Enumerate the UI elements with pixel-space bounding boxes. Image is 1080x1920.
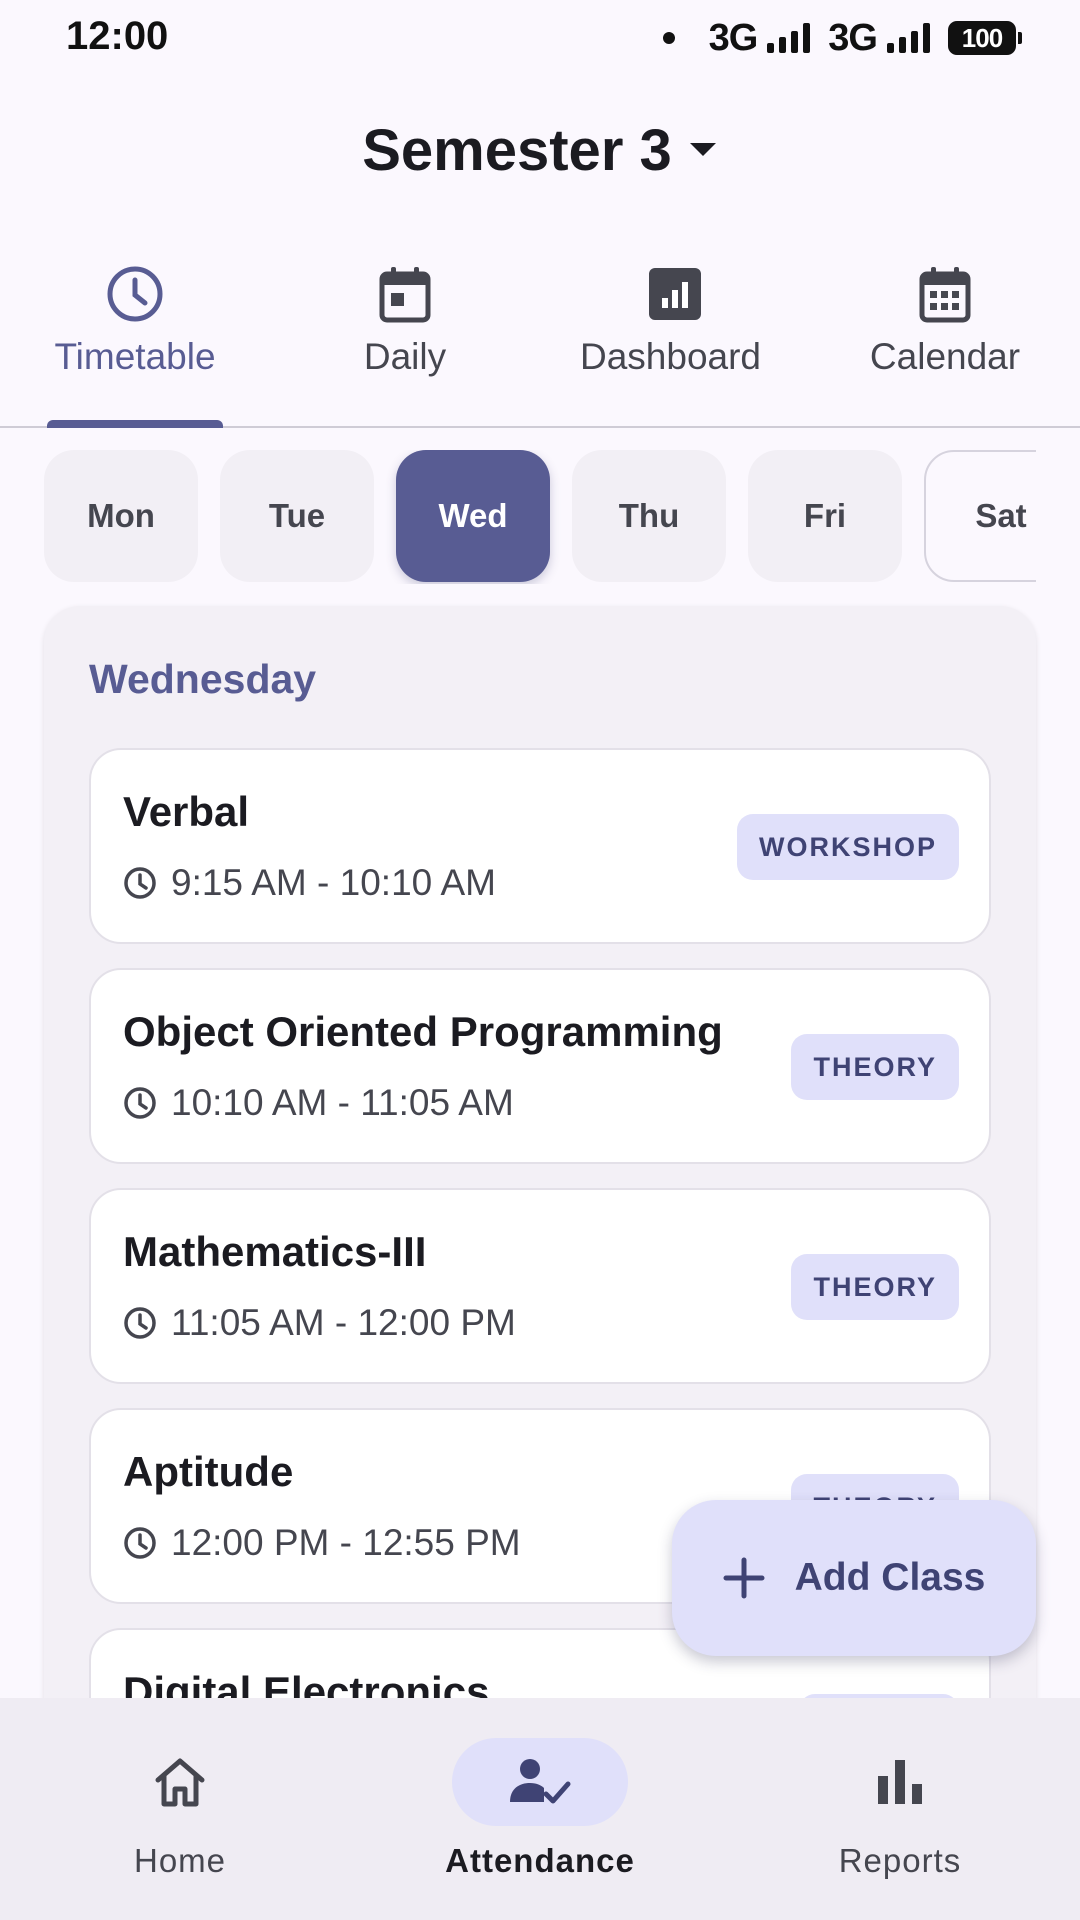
page-title: Semester 3 <box>362 117 672 183</box>
semester-dropdown[interactable]: Semester 3 <box>362 117 718 184</box>
status-time: 12:00 <box>66 14 169 58</box>
battery-level: 100 <box>961 22 1003 53</box>
tab-label: Dashboard <box>580 336 762 377</box>
day-chip-sat[interactable]: Sat <box>924 450 1036 582</box>
tab-daily[interactable]: Daily <box>270 250 540 426</box>
nav-label: Home <box>133 1842 227 1879</box>
day-selector: Mon Tue Wed Thu Fri Sat <box>44 450 1036 584</box>
signal-icon <box>767 23 811 53</box>
class-name: Mathematics-III <box>123 1228 427 1275</box>
class-time: 9:15 AM - 10:10 AM <box>171 862 496 903</box>
dropdown-arrow-icon <box>689 143 716 156</box>
tab-label: Calendar <box>869 336 1021 377</box>
tab-label: Timetable <box>54 336 216 377</box>
nav-item-reports[interactable]: Reports <box>720 1738 1080 1898</box>
calendar-month-icon <box>919 267 971 323</box>
class-name: Aptitude <box>123 1448 294 1495</box>
class-type-badge: WORKSHOP <box>737 814 959 880</box>
clock-icon <box>124 1527 156 1559</box>
class-time-row: 11:05 AM - 12:00 PM <box>123 1302 516 1344</box>
nav-label: Attendance <box>445 1842 635 1879</box>
class-time: 10:10 AM - 11:05 AM <box>171 1082 514 1123</box>
bottom-navigation: Home Attendance Reports <box>0 1698 1080 1920</box>
screen: 12:00 3G 3G 100 Semester 3 Timetable Dai… <box>0 0 1080 1920</box>
class-time: 11:05 AM - 12:00 PM <box>171 1302 516 1343</box>
class-type-badge: THEORY <box>791 1254 959 1320</box>
tab-calendar[interactable]: Calendar <box>810 250 1080 426</box>
calendar-day-icon <box>379 267 431 323</box>
class-card[interactable]: Verbal 9:15 AM - 10:10 AM WORKSHOP <box>89 748 991 944</box>
clock-icon <box>124 867 156 899</box>
day-chip-mon[interactable]: Mon <box>44 450 198 582</box>
tab-timetable[interactable]: Timetable <box>0 250 270 428</box>
class-time-row: 9:15 AM - 10:10 AM <box>123 862 496 904</box>
class-time: 12:00 PM - 12:55 PM <box>171 1522 521 1563</box>
class-time-row: 10:10 AM - 11:05 AM <box>123 1082 514 1124</box>
bar-chart-icon <box>878 1760 922 1804</box>
status-indicators: 3G 3G 100 <box>662 16 1022 60</box>
class-type-badge: THEORY <box>791 1034 959 1100</box>
tab-bar: Timetable Daily Dashboard Calendar <box>0 250 1080 428</box>
class-name: Verbal <box>123 788 250 835</box>
tab-label: Daily <box>363 336 447 377</box>
day-chip-wed[interactable]: Wed <box>396 450 550 582</box>
nav-item-attendance[interactable]: Attendance <box>360 1738 720 1898</box>
add-class-button[interactable]: Add Class <box>672 1500 1036 1656</box>
nav-label: Reports <box>838 1842 962 1879</box>
class-card[interactable]: Mathematics-III 11:05 AM - 12:00 PM THEO… <box>89 1188 991 1384</box>
person-check-icon <box>510 1759 571 1804</box>
bar-chart-icon <box>649 268 701 320</box>
status-bar: 12:00 3G 3G 100 <box>0 0 1080 76</box>
active-tab-indicator <box>47 420 223 428</box>
class-time-row: 12:00 PM - 12:55 PM <box>123 1522 521 1564</box>
home-icon <box>155 1758 205 1807</box>
day-chip-thu[interactable]: Thu <box>572 450 726 582</box>
network-type-1: 3G <box>708 16 759 59</box>
clock-icon <box>107 266 163 322</box>
clock-icon <box>124 1087 156 1119</box>
battery-icon: 100 <box>948 21 1022 55</box>
class-name: Object Oriented Programming <box>123 1008 723 1055</box>
class-card[interactable]: Object Oriented Programming 10:10 AM - 1… <box>89 968 991 1164</box>
signal-icon <box>887 23 930 53</box>
nav-item-home[interactable]: Home <box>0 1738 360 1898</box>
tab-dashboard[interactable]: Dashboard <box>540 250 810 426</box>
day-title: Wednesday <box>89 656 317 702</box>
clock-icon <box>124 1307 156 1339</box>
header: Semester 3 <box>0 100 1080 200</box>
day-chip-tue[interactable]: Tue <box>220 450 374 582</box>
notification-dot-icon <box>662 32 675 44</box>
plus-icon <box>723 1557 765 1599</box>
add-class-label: Add Class <box>794 1556 986 1599</box>
day-chip-fri[interactable]: Fri <box>748 450 902 582</box>
network-type-2: 3G <box>828 16 878 59</box>
